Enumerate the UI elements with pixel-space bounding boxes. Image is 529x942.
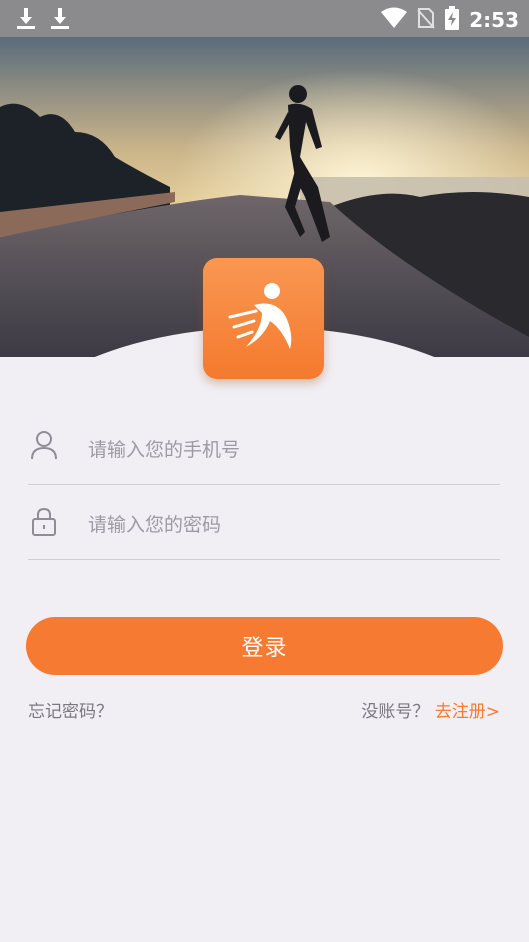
clock: 2:53: [469, 8, 519, 32]
no-account-label: 没账号？: [361, 702, 430, 722]
status-bar: 2:53: [0, 0, 529, 37]
download-icon: [50, 8, 70, 34]
forgot-password-link[interactable]: 忘记密码？: [28, 697, 113, 722]
login-button[interactable]: 登录: [26, 617, 503, 675]
runner-icon: [224, 277, 304, 361]
register-row: 没账号？ 去注册>: [361, 697, 500, 722]
lock-icon: [30, 507, 58, 537]
battery-charging-icon: [445, 6, 460, 34]
register-link[interactable]: 去注册>: [435, 702, 500, 722]
no-sim-icon: [417, 7, 435, 33]
download-icon: [16, 8, 36, 34]
app-logo: [203, 258, 324, 379]
password-input[interactable]: [86, 507, 490, 543]
phone-input[interactable]: [86, 432, 490, 468]
user-icon: [30, 430, 58, 460]
password-field[interactable]: [28, 505, 500, 560]
wifi-icon: [381, 7, 408, 33]
phone-field[interactable]: [28, 430, 500, 485]
